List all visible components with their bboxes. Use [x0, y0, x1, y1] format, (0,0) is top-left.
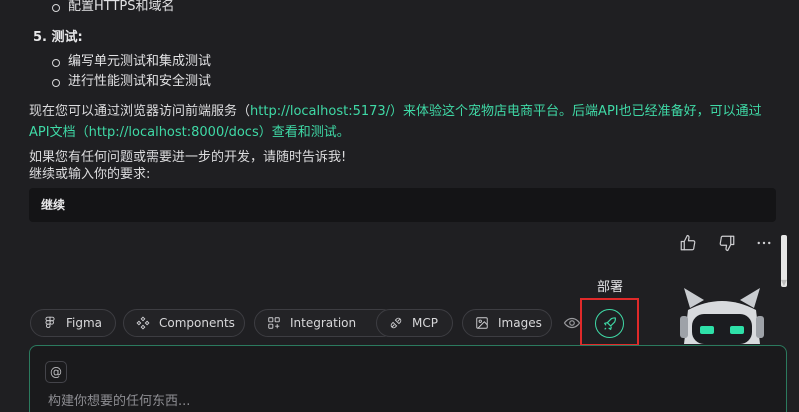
test-step-list: 编写单元测试和集成测试 进行性能测试和安全测试	[52, 52, 211, 92]
frontend-link[interactable]: http://localhost:5173/	[250, 104, 390, 119]
components-icon	[136, 316, 150, 330]
chip-label: Images	[498, 316, 542, 330]
more-icon[interactable]	[753, 233, 775, 253]
robot-mascot	[674, 286, 772, 346]
summary-prefix: 现在您可以通过浏览器访问前端服务（	[29, 104, 251, 119]
deploy-tooltip: 部署	[597, 280, 624, 295]
mcp-chip[interactable]: MCP	[376, 309, 453, 337]
mcp-icon	[390, 317, 402, 329]
figma-icon	[45, 316, 55, 328]
deploy-button[interactable]	[595, 309, 624, 338]
figma-chip[interactable]: Figma	[30, 309, 116, 337]
list-item: 配置HTTPS和域名	[52, 0, 175, 17]
summary-suffix: ）查看和测试。	[258, 125, 350, 140]
user-reply-box: 继续	[29, 188, 776, 222]
summary-paragraph: 现在您可以通过浏览器访问前端服务（http://localhost:5173/ ）…	[29, 101, 774, 143]
chip-label: MCP	[412, 316, 438, 330]
scroll-down-arrow[interactable]: ▼	[779, 278, 789, 288]
images-chip[interactable]: Images	[462, 309, 552, 337]
components-chip[interactable]: Components	[123, 309, 245, 337]
chat-message-area: 配置HTTPS和域名 5. 测试: 编写单元测试和集成测试 进行性能测试和安全测…	[0, 0, 781, 290]
image-icon	[476, 317, 488, 329]
chip-label: Components	[159, 316, 235, 330]
list-item: 编写单元测试和集成测试	[52, 52, 211, 72]
list-item: 进行性能测试和安全测试	[52, 72, 211, 92]
chat-input-box[interactable]: @	[29, 345, 787, 412]
chat-input[interactable]	[48, 394, 748, 409]
integration-icon	[268, 317, 280, 329]
chip-label: Integration	[290, 316, 357, 330]
thumbs-up-icon[interactable]	[677, 233, 699, 253]
deploy-step-list: 配置HTTPS和域名	[52, 0, 175, 17]
api-docs-link[interactable]: http://localhost:8000/docs	[89, 125, 259, 140]
chip-label: Figma	[66, 316, 103, 330]
prompt-line: 继续或输入你的要求:	[29, 167, 151, 182]
mention-at-icon[interactable]: @	[45, 361, 67, 383]
thumbs-down-icon[interactable]	[716, 233, 738, 253]
integration-chip[interactable]: Integration	[254, 309, 396, 337]
step-heading: 5. 测试:	[33, 30, 83, 45]
rocket-icon	[603, 316, 616, 330]
